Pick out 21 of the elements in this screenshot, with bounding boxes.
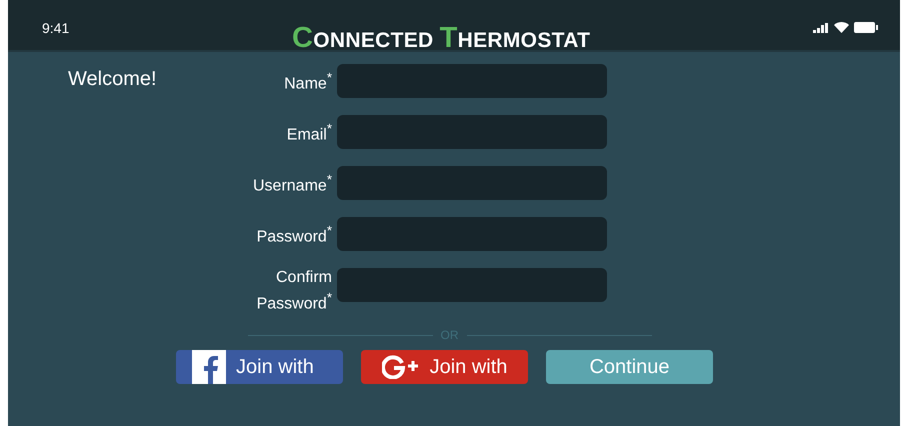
google-button[interactable]: Join with: [361, 350, 528, 384]
field-label: Username$^{*}$: [252, 170, 332, 196]
input-field[interactable]: [337, 115, 607, 149]
field-label: Name$^{*}$: [283, 68, 332, 94]
input-field[interactable]: [337, 217, 607, 251]
continue-button[interactable]: Continue: [546, 350, 713, 384]
status-time: 9:41: [42, 20, 70, 36]
field-label: Password$^{*}$: [256, 222, 332, 248]
facebook-icon: [192, 350, 226, 384]
signal-icon: [812, 22, 829, 32]
input-field[interactable]: [337, 268, 607, 302]
google-plus-icon: [382, 355, 420, 380]
facebook-button[interactable]: Join with: [176, 350, 343, 384]
input-field[interactable]: [337, 166, 607, 200]
battery-icon: [854, 22, 878, 33]
welcome-text: Welcome!: [68, 68, 158, 92]
field-label: Confirm Password$^{*}$: [256, 268, 332, 314]
field-label: Email$^{*}$: [286, 120, 332, 146]
window-title: CONNECTED THERMOSTAT: [292, 22, 590, 55]
input-field[interactable]: [337, 64, 607, 98]
wifi-icon: [834, 22, 849, 33]
